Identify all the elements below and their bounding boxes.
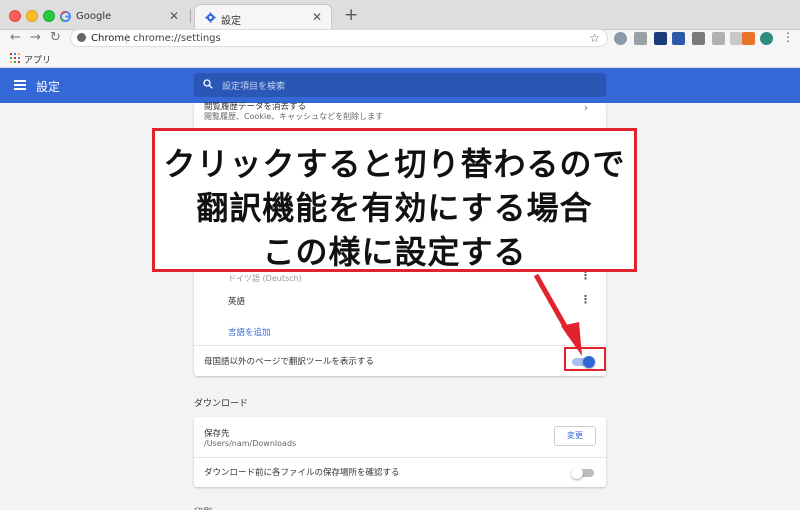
camera-extension-icon[interactable] <box>692 32 705 45</box>
toggle-knob <box>571 467 583 479</box>
gear-icon <box>205 12 216 23</box>
search-icon <box>203 79 213 89</box>
extension-icon[interactable] <box>742 32 755 45</box>
language-item-partial: ドイツ語 (Deutsch) <box>228 274 302 283</box>
tab-settings[interactable]: 設定 ✕ <box>194 4 332 30</box>
close-tab-icon[interactable]: ✕ <box>169 9 179 23</box>
tab-google[interactable]: Google ✕ <box>50 4 188 30</box>
clear-browsing-subtitle: 閲覧履歴、Cookie、キャッシュなどを削除します <box>204 112 384 121</box>
profile-avatar[interactable] <box>760 32 773 45</box>
close-window-button[interactable] <box>9 10 21 22</box>
address-bar[interactable]: Chrome | chrome://settings ☆ <box>70 29 608 47</box>
url-text[interactable]: chrome://settings <box>133 33 221 44</box>
annotation-line: 翻訳機能を有効にする場合 <box>196 189 593 227</box>
ask-location-label: ダウンロード前に各ファイルの保存場所を確認する <box>204 468 400 478</box>
page-title: 設定 <box>36 80 61 94</box>
chrome-page-icon <box>77 33 86 42</box>
change-location-button[interactable]: 変更 <box>554 426 596 446</box>
next-section-title-partial: 印刷 <box>194 505 212 510</box>
back-arrow-icon[interactable]: ← <box>10 30 21 45</box>
chevron-right-icon[interactable]: › <box>584 103 588 114</box>
minimize-window-button[interactable] <box>26 10 38 22</box>
new-tab-button[interactable]: + <box>344 5 358 25</box>
add-language-link[interactable]: 言語を追加 <box>228 326 271 338</box>
omnibox-divider: | <box>125 33 129 44</box>
bookmarks-bar: アプリ <box>0 48 800 68</box>
tab-title: 設定 <box>221 16 241 27</box>
tab-title: Google <box>76 11 112 22</box>
apps-bookmark-label[interactable]: アプリ <box>24 53 51 66</box>
google-icon <box>60 11 71 22</box>
extension-icon[interactable] <box>712 32 725 45</box>
downloads-section-title: ダウンロード <box>194 399 249 409</box>
toggle-highlight-box <box>564 347 606 371</box>
language-more-icon[interactable]: ⋮ <box>580 293 591 306</box>
translate-toggle-label: 母国語以外のページで翻訳ツールを表示する <box>204 357 374 367</box>
browser-toolbar: ← → ↻ Chrome | chrome://settings ☆ ⋮ <box>0 29 800 48</box>
annotation-line: この様に設定する <box>262 233 527 271</box>
browser-menu-icon[interactable]: ⋮ <box>782 30 794 44</box>
hamburger-menu-icon[interactable] <box>14 80 26 90</box>
annotation-line: クリックすると切り替わるので <box>163 145 626 183</box>
divider <box>194 345 606 346</box>
language-item-english: 英語 <box>228 297 246 307</box>
apps-grid-icon[interactable] <box>10 53 20 63</box>
new-badge-extension-icon[interactable] <box>672 32 685 45</box>
reload-icon[interactable]: ↻ <box>50 30 61 45</box>
bookmark-star-icon[interactable]: ☆ <box>589 31 600 45</box>
extension-icon[interactable] <box>614 32 627 45</box>
download-location-title: 保存先 <box>204 429 230 439</box>
close-tab-icon[interactable]: ✕ <box>312 10 322 24</box>
tab-strip: Google ✕ 設定 ✕ + <box>0 0 800 30</box>
settings-search-input[interactable]: 設定項目を検索 <box>194 73 606 97</box>
settings-header: 設定 設定項目を検索 <box>0 68 800 103</box>
extension-icon[interactable] <box>654 32 667 45</box>
download-location-path: /Users/nam/Downloads <box>204 439 297 448</box>
annotation-callout: クリックすると切り替わるので 翻訳機能を有効にする場合 この様に設定する <box>152 128 637 272</box>
search-placeholder: 設定項目を検索 <box>222 82 286 92</box>
tab-divider <box>190 9 191 23</box>
divider <box>194 457 606 458</box>
downloads-card: 保存先 /Users/nam/Downloads ダウンロード前に各ファイルの保… <box>194 417 606 487</box>
extension-icon[interactable] <box>634 32 647 45</box>
forward-arrow-icon[interactable]: → <box>30 30 41 45</box>
